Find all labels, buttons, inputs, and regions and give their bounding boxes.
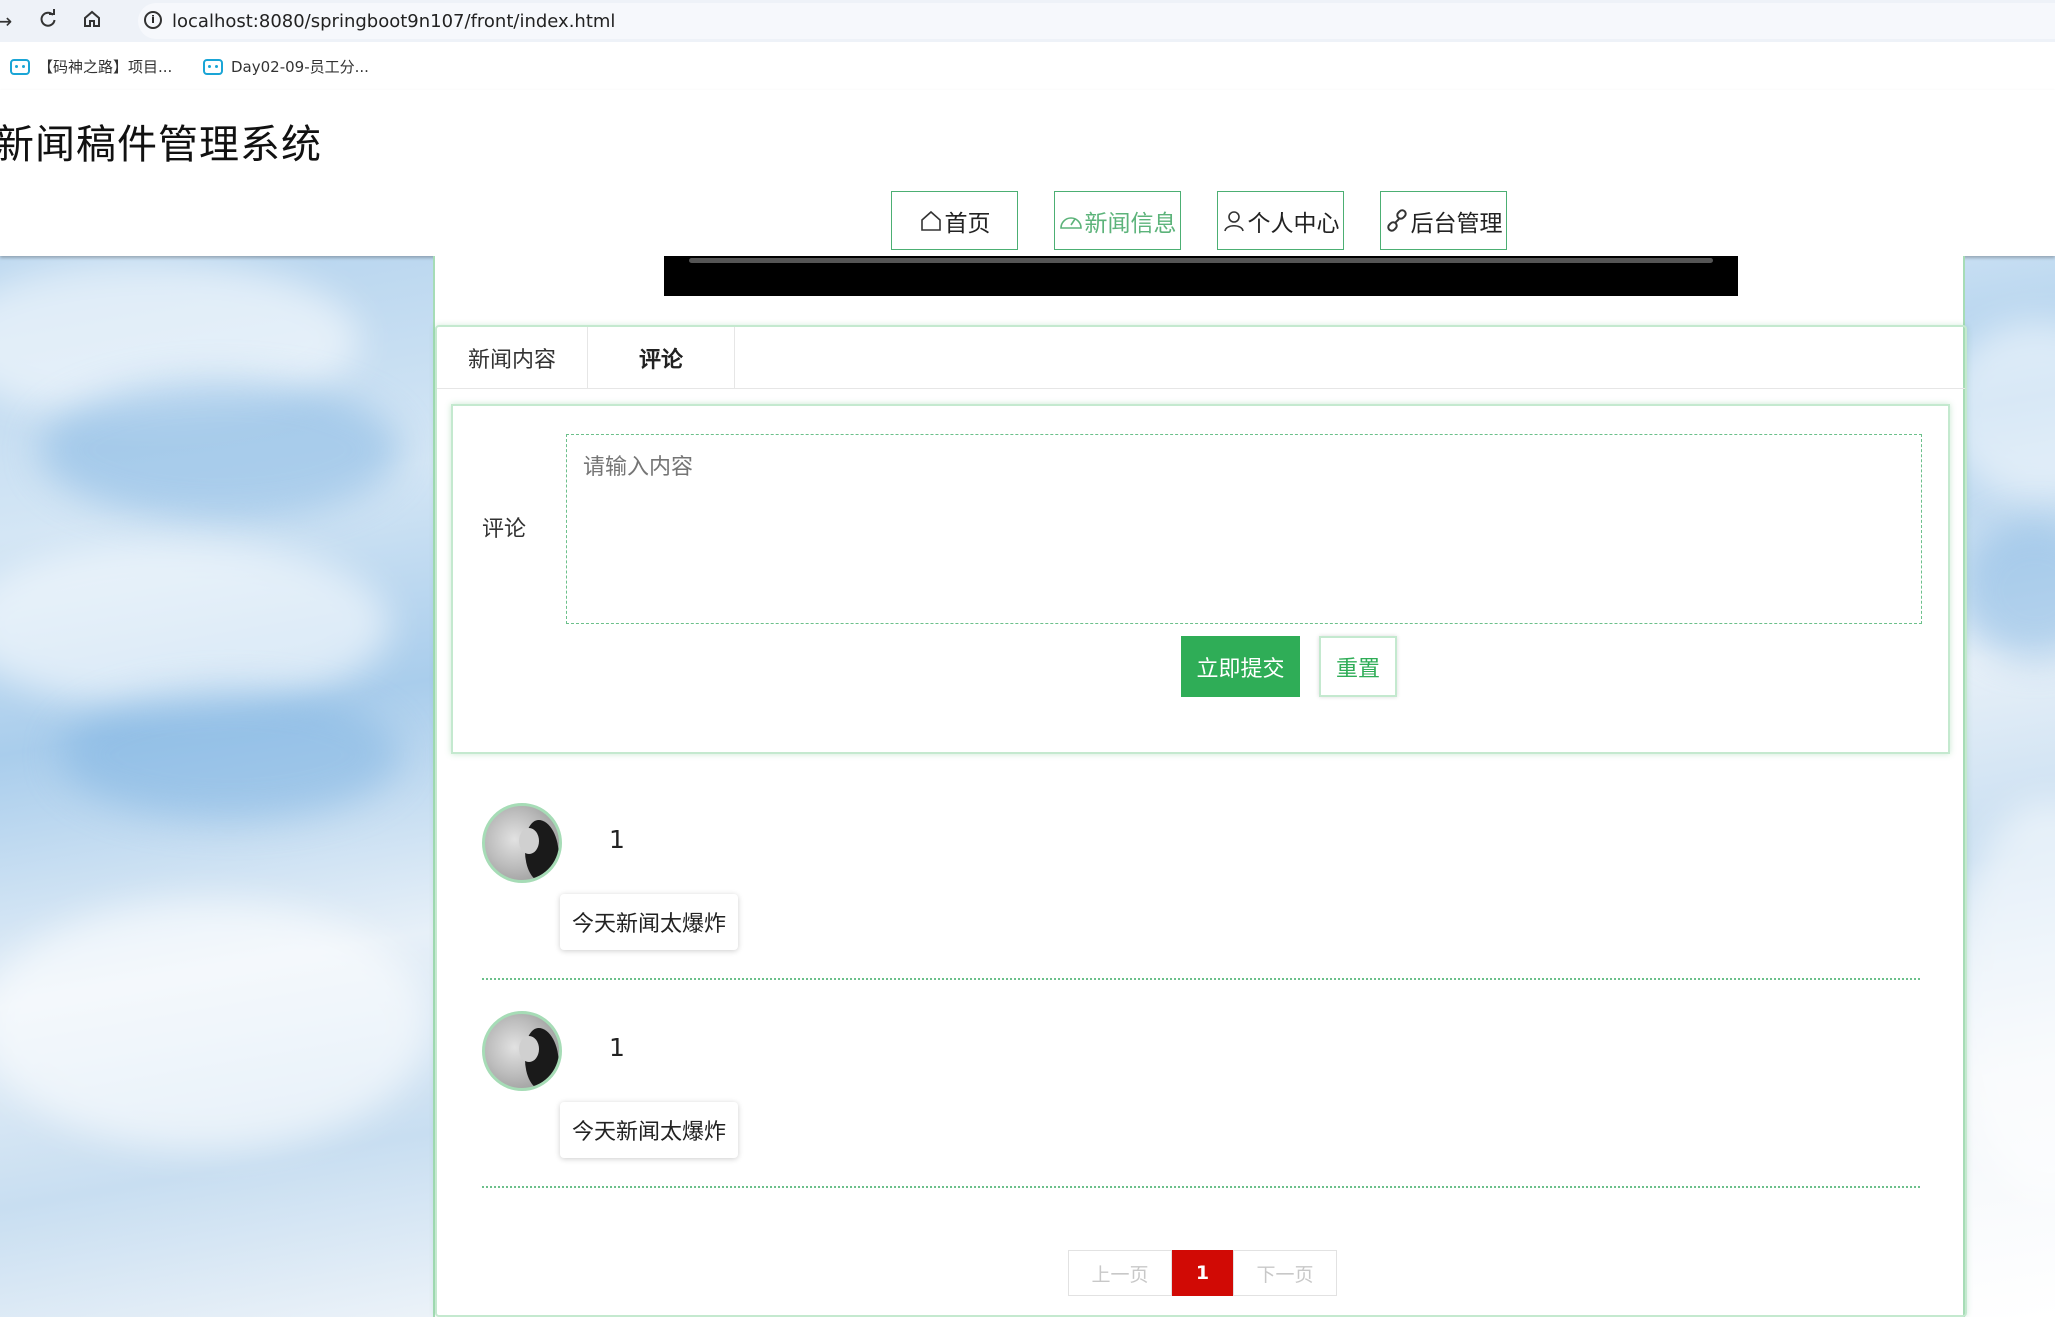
reload-icon[interactable] bbox=[36, 9, 60, 33]
bilibili-icon bbox=[203, 59, 223, 75]
site-header: 新闻稿件管理系统 首页 新闻信息 个人中心 后台管理 bbox=[0, 90, 2055, 256]
site-title: 新闻稿件管理系统 bbox=[0, 112, 322, 170]
comment-label: 评论 bbox=[482, 511, 526, 543]
nav-label: 新闻信息 bbox=[1085, 204, 1177, 238]
forward-arrow-icon[interactable]: → bbox=[0, 9, 16, 33]
bookmark-label: Day02-09-员工分... bbox=[231, 56, 369, 77]
nav-home[interactable]: 首页 bbox=[891, 191, 1018, 250]
comment-text: 今天新闻太爆炸 bbox=[560, 1102, 738, 1158]
main-nav: 首页 新闻信息 个人中心 后台管理 bbox=[891, 191, 1507, 250]
nav-profile[interactable]: 个人中心 bbox=[1217, 191, 1344, 250]
avatar bbox=[482, 1011, 562, 1091]
nav-admin[interactable]: 后台管理 bbox=[1380, 191, 1507, 250]
url-text: localhost:8080/springboot9n107/front/ind… bbox=[172, 11, 615, 32]
comment-user: 1 bbox=[609, 825, 625, 854]
pagination: 上一页 1 下一页 bbox=[1068, 1250, 1337, 1296]
comment-item: 1 今天新闻太爆炸 bbox=[482, 1011, 1920, 1219]
link-icon bbox=[1385, 209, 1409, 233]
comment-text: 今天新闻太爆炸 bbox=[560, 894, 738, 950]
bilibili-icon bbox=[10, 59, 30, 75]
bookmark-label: 【码神之路】项目... bbox=[38, 56, 172, 77]
site-info-icon[interactable]: i bbox=[144, 11, 162, 29]
next-page-button[interactable]: 下一页 bbox=[1233, 1250, 1337, 1296]
submit-button[interactable]: 立即提交 bbox=[1181, 636, 1300, 697]
comment-divider bbox=[482, 1186, 1920, 1188]
comment-item: 1 今天新闻太爆炸 bbox=[482, 803, 1920, 1011]
tab-bar: 新闻内容 评论 bbox=[437, 327, 1965, 389]
user-icon bbox=[1222, 209, 1246, 233]
main-content: 新闻内容 评论 评论 立即提交 重置 1 今天新闻太爆炸 1 今天新闻太爆炸 上… bbox=[433, 256, 1965, 1317]
dashboard-icon bbox=[1059, 209, 1083, 233]
avatar bbox=[482, 803, 562, 883]
tabs-container: 新闻内容 评论 评论 立即提交 重置 1 今天新闻太爆炸 1 今天新闻太爆炸 上… bbox=[435, 325, 1967, 1317]
reset-button[interactable]: 重置 bbox=[1319, 636, 1397, 697]
comment-user: 1 bbox=[609, 1033, 625, 1062]
home-icon[interactable] bbox=[80, 9, 104, 33]
tab-comments[interactable]: 评论 bbox=[588, 327, 735, 389]
home-icon bbox=[919, 209, 943, 233]
bookmarks-bar: 【码神之路】项目... Day02-09-员工分... bbox=[0, 42, 2055, 90]
address-bar[interactable]: i localhost:8080/springboot9n107/front/i… bbox=[138, 3, 2055, 39]
prev-page-button[interactable]: 上一页 bbox=[1068, 1250, 1172, 1296]
nav-label: 个人中心 bbox=[1248, 204, 1340, 238]
nav-label: 后台管理 bbox=[1411, 204, 1503, 238]
video-player[interactable] bbox=[664, 256, 1738, 296]
nav-label: 首页 bbox=[945, 204, 991, 238]
page-number-button[interactable]: 1 bbox=[1172, 1250, 1233, 1296]
bookmark-item[interactable]: 【码神之路】项目... bbox=[10, 56, 172, 77]
tab-news-content[interactable]: 新闻内容 bbox=[437, 327, 588, 389]
comment-input[interactable] bbox=[566, 434, 1922, 624]
browser-toolbar: → i localhost:8080/springboot9n107/front… bbox=[0, 0, 2055, 42]
comment-divider bbox=[482, 978, 1920, 980]
video-progress-bar[interactable] bbox=[689, 258, 1713, 263]
nav-news[interactable]: 新闻信息 bbox=[1054, 191, 1181, 250]
comment-form: 评论 立即提交 重置 bbox=[451, 404, 1950, 754]
bookmark-item[interactable]: Day02-09-员工分... bbox=[203, 56, 369, 77]
